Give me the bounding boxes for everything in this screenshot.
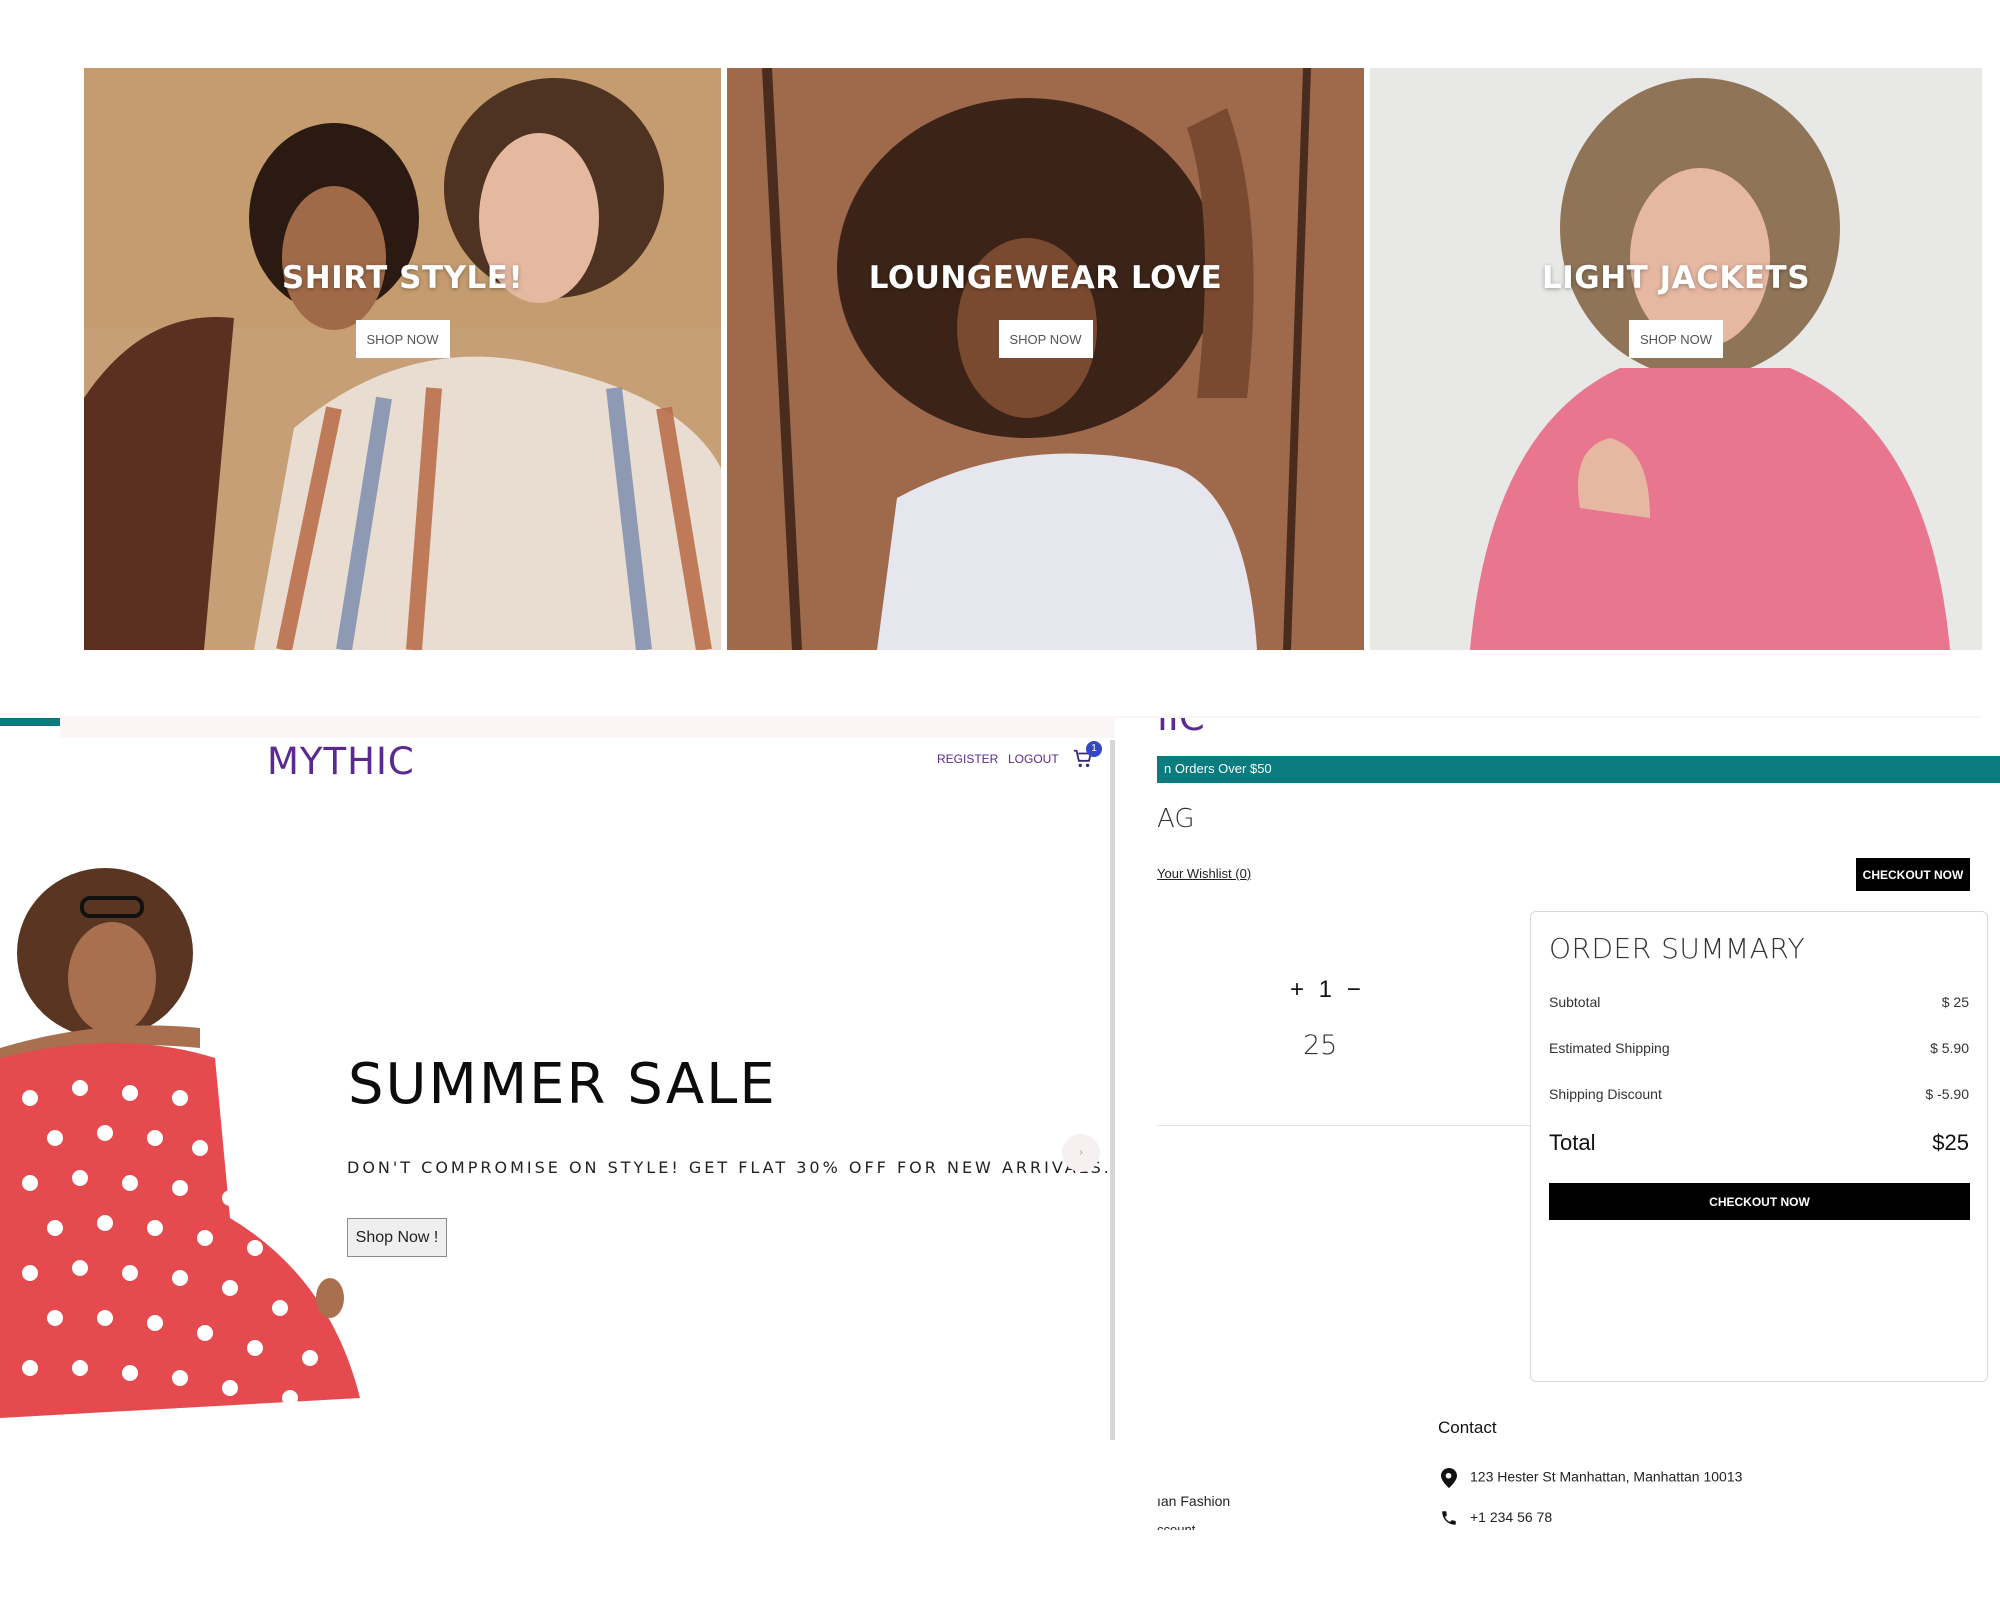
category-tile-loungewear[interactable]: LOUNGEWEAR LOVE SHOP NOW <box>727 68 1364 650</box>
category-tile-jackets[interactable]: LIGHT JACKETS SHOP NOW <box>1370 68 1982 650</box>
phone-icon <box>1442 1511 1456 1526</box>
shipping-banner: n Orders Over $50 <box>1157 756 2000 783</box>
model-photo <box>727 68 1364 650</box>
wishlist-link[interactable]: Your Wishlist (0) <box>1157 866 1251 881</box>
contact-heading: Contact <box>1438 1418 1497 1437</box>
hero-title: SUMMER SALE <box>348 1052 777 1117</box>
next-slide-arrow-icon[interactable]: › <box>1062 1134 1100 1172</box>
checkout-now-button-top[interactable]: CHECKOUT NOW <box>1856 858 1970 891</box>
hero-subtitle: DON'T COMPROMISE ON STYLE! GET FLAT 30% … <box>347 1158 1112 1177</box>
model-photo <box>0 868 360 1418</box>
hero-shop-now-button[interactable]: Shop Now ! <box>347 1218 447 1257</box>
contact-phone: +1 234 56 78 <box>1438 1509 1552 1527</box>
order-summary-card: ORDER SUMMARY Subtotal $ 25 Estimated Shi… <box>1530 911 1988 1382</box>
summary-row-shipping: Estimated Shipping $ 5.90 <box>1549 1040 1969 1056</box>
summary-total: Total $25 <box>1549 1130 1969 1155</box>
brand-logo-fragment: IIC <box>1157 718 1209 748</box>
tile-title: LIGHT JACKETS <box>1541 260 1811 296</box>
tile-title: LOUNGEWEAR LOVE <box>868 260 1223 296</box>
checkout-now-button[interactable]: CHECKOUT NOW <box>1549 1183 1970 1220</box>
footer-link-fragment[interactable]: ccount <box>1157 1522 1197 1530</box>
cart-count-badge: 1 <box>1086 741 1102 757</box>
summary-title: ORDER SUMMARY <box>1549 932 1806 965</box>
summary-row-discount: Shipping Discount $ -5.90 <box>1549 1086 1969 1102</box>
progress-accent <box>0 718 60 726</box>
contact-address: 123 Hester St Manhattan, Manhattan 10013 <box>1438 1468 1742 1488</box>
shop-now-button[interactable]: SHOP NOW <box>998 320 1093 358</box>
register-link[interactable]: REGISTER <box>937 752 998 766</box>
page-title: AG <box>1157 804 1195 834</box>
shop-now-button[interactable]: SHOP NOW <box>1629 320 1723 358</box>
location-pin-icon <box>1441 1468 1457 1488</box>
tile-title: SHIRT STYLE! <box>281 260 524 296</box>
model-photo <box>1370 68 1982 650</box>
shop-now-button[interactable]: SHOP NOW <box>355 320 450 358</box>
item-price: 25 <box>1303 1030 1338 1061</box>
footer-link-fragment[interactable]: ıan Fashion <box>1157 1493 1237 1515</box>
logout-link[interactable]: LOGOUT <box>1008 752 1059 766</box>
category-tile-shirts[interactable]: SHIRT STYLE! SHOP NOW <box>84 68 721 650</box>
quantity-stepper[interactable]: + 1 − <box>1290 976 1365 1004</box>
summary-row-subtotal: Subtotal $ 25 <box>1549 994 1969 1010</box>
divider <box>1157 1125 1530 1126</box>
brand-logo[interactable]: MYTHIC <box>267 740 415 783</box>
model-photo <box>84 68 721 650</box>
